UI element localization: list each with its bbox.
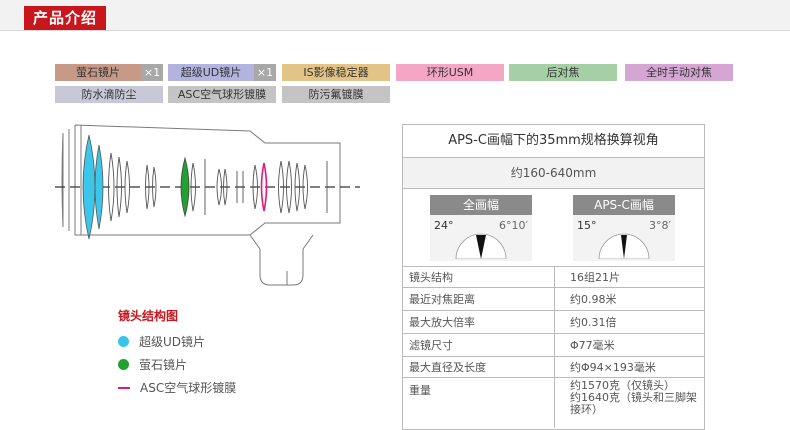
tag-usm: 环形USM — [396, 64, 504, 81]
tag-asc-coating: ASC空气球形镀膜 — [168, 86, 276, 103]
spec-key: 最大放大倍率 — [403, 310, 555, 334]
tag-label: 萤石镜片 — [76, 66, 120, 79]
tag-fluorine-coating: 防污氟镀膜 — [282, 86, 390, 103]
tag-super-ud: 超级UD镜片 ×1 — [168, 64, 276, 81]
spec-value: 约1570克（仅镜头） 约1640克（镜头和三脚架接环） — [554, 377, 704, 428]
lens-structure-diagram — [55, 124, 360, 286]
tag-weather-sealing: 防水滴防尘 — [55, 86, 163, 103]
cyan-dot-icon — [118, 336, 129, 347]
header-bar: 产品介绍 — [0, 0, 790, 31]
focal-range: 约160-640mm — [403, 158, 704, 189]
view-angle-fan-icon — [598, 233, 650, 259]
spec-value: 约0.31倍 — [554, 310, 704, 334]
angle-heading: APS-C画幅 — [573, 195, 675, 215]
spec-key: 滤镜尺寸 — [403, 333, 555, 357]
view-angle-fan-icon — [455, 233, 507, 259]
count-badge: ×1 — [141, 64, 163, 81]
tag-label: 超级UD镜片 — [180, 66, 242, 79]
spec-table: 镜头结构 16组21片 最近对焦距离 约0.98米 最大放大倍率 约0.31倍 … — [403, 266, 704, 428]
super-ud-element-2 — [94, 144, 104, 230]
table-row: 最近对焦距离 约0.98米 — [403, 287, 704, 311]
legend-item-asc: ASC空气球形镀膜 — [118, 379, 236, 396]
spec-value: 约0.98米 — [554, 287, 704, 311]
spec-value: 约Φ94×193毫米 — [554, 356, 704, 378]
spec-panel: APS-C画幅下的35mm规格换算视角 约160-640mm 全画幅 24° 6… — [402, 124, 705, 430]
angle-wide: 15° — [577, 219, 597, 232]
table-row: 最大直径及长度 约Φ94×193毫米 — [403, 356, 704, 378]
asc-coated-element — [260, 162, 268, 212]
angle-heading: 全画幅 — [430, 195, 532, 215]
legend-item-fluorite: 萤石镜片 — [118, 356, 187, 373]
table-row: 重量 约1570克（仅镜头） 约1640克（镜头和三脚架接环） — [403, 377, 704, 428]
pink-line-icon — [118, 387, 130, 389]
table-row: 镜头结构 16组21片 — [403, 266, 704, 288]
page-title: 产品介绍 — [24, 6, 107, 30]
spec-key: 最近对焦距离 — [403, 287, 555, 311]
tag-fluorite: 萤石镜片 ×1 — [55, 64, 163, 81]
legend-label: 萤石镜片 — [139, 358, 188, 372]
spec-key: 最大直径及长度 — [403, 356, 555, 378]
angle-tele: 3°8′ — [649, 219, 671, 232]
legend-title: 镜头结构图 — [118, 309, 179, 323]
table-row: 滤镜尺寸 Φ77毫米 — [403, 333, 704, 357]
table-row: 最大放大倍率 约0.31倍 — [403, 310, 704, 334]
angle-aps-c: APS-C画幅 15° 3°8′ — [573, 195, 675, 261]
count-badge: ×1 — [254, 64, 276, 81]
legend-item-super-ud: 超级UD镜片 — [118, 333, 205, 350]
legend-label: ASC空气球形镀膜 — [140, 381, 237, 395]
angle-wide: 24° — [434, 219, 454, 232]
spec-key: 镜头结构 — [403, 266, 555, 288]
super-ud-element-1 — [82, 134, 96, 240]
tag-full-time-mf: 全时手动对焦 — [625, 64, 733, 81]
green-dot-icon — [118, 359, 129, 370]
panel-title: APS-C画幅下的35mm规格换算视角 — [403, 125, 704, 158]
fluorite-element — [180, 156, 190, 218]
angle-full-frame: 全画幅 24° 6°10′ — [430, 195, 532, 261]
spec-key: 重量 — [403, 377, 555, 428]
tag-is: IS影像稳定器 — [282, 64, 390, 81]
spec-value: Φ77毫米 — [554, 333, 704, 357]
legend-label: 超级UD镜片 — [139, 335, 206, 349]
tag-rear-focus: 后对焦 — [509, 64, 617, 81]
spec-value: 16组21片 — [554, 266, 704, 288]
